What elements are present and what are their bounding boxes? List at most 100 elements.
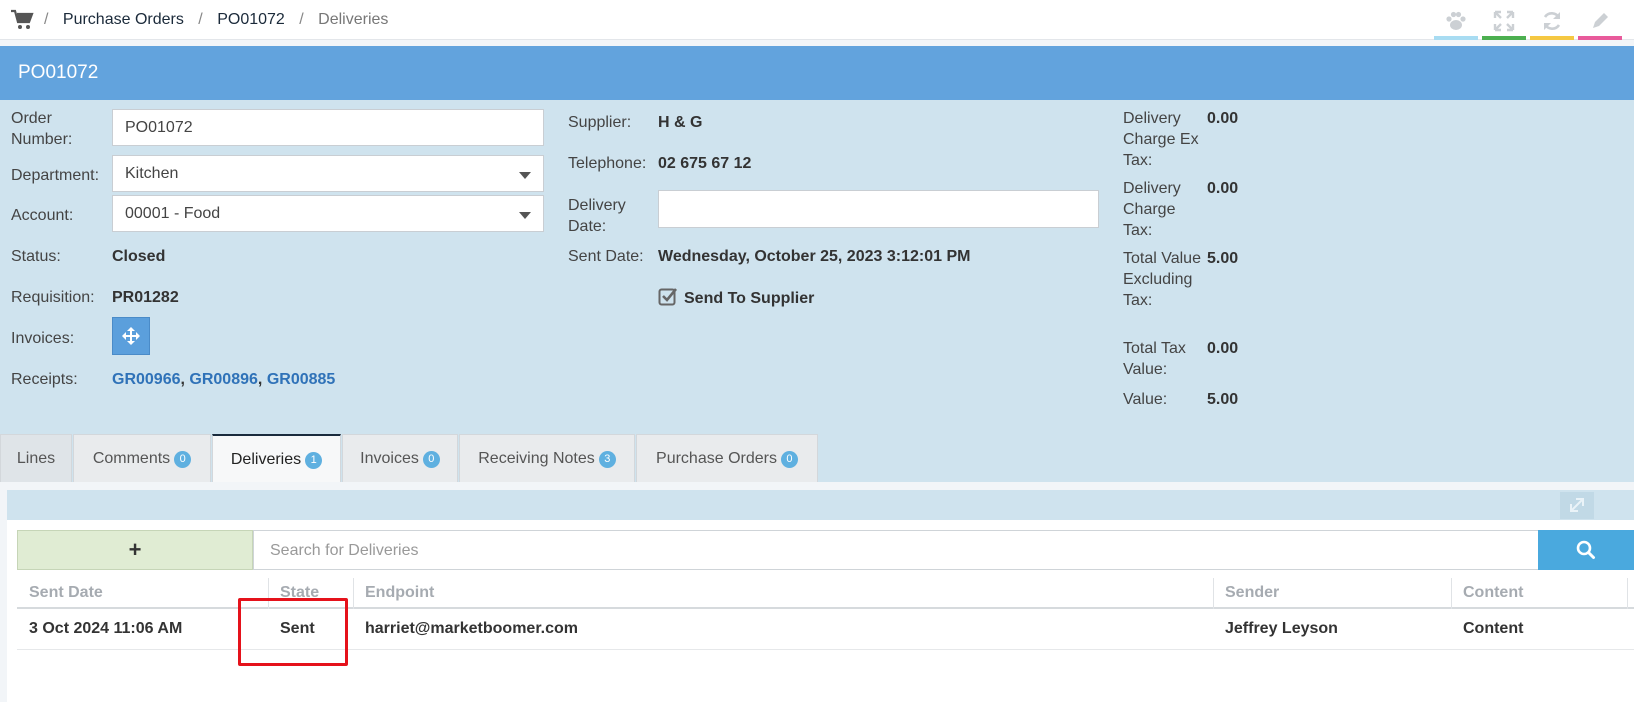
breadcrumb-separator: / [198,11,203,28]
tab-receiving-notes[interactable]: Receiving Notes 3 [459,434,635,482]
panel-toolbar [7,490,1634,520]
row-sender: Jeffrey Leyson [1225,620,1338,637]
delivery-date-field[interactable] [658,190,1099,228]
breadcrumb-current: Deliveries [318,11,389,28]
edit-tool-button[interactable] [1578,6,1622,40]
row-endpoint: harriet@marketboomer.com [365,620,579,637]
column-divider [1213,578,1214,609]
receipts-label: Receipts: [11,371,78,388]
department-select[interactable]: Kitchen [112,155,544,192]
receipt-link[interactable]: GR00885 [267,371,336,388]
edit-icon [1593,13,1608,28]
delivery-charge-ex-tax-label: Delivery Charge Ex Tax: [1123,110,1199,169]
tab-label: Receiving Notes [478,450,595,467]
count-badge: 3 [598,451,616,468]
receipt-link[interactable]: GR00966 [112,371,181,388]
sent-date-label: Sent Date: [568,248,644,265]
total-tax-value-value: 0.00 [1207,340,1239,357]
tool-color-bar [1578,36,1622,40]
tab-label: Invoices [360,450,419,467]
delivery-charge-tax-value: 0.00 [1207,180,1239,197]
column-content[interactable]: Content [1463,584,1523,602]
breadcrumb: / Purchase Orders / PO01072 / Deliveries [44,11,388,29]
delivery-charge-ex-tax-value: 0.00 [1207,110,1239,127]
deliveries-panel: + Search for Deliveries Sent Date State … [7,490,1634,702]
requisition-value: PR01282 [112,289,179,306]
telephone-label: Telephone: [568,155,647,172]
chevron-down-icon [519,212,531,219]
breadcrumb-separator: / [44,11,49,28]
count-badge: 0 [780,451,798,468]
tab-label: Lines [16,450,56,467]
shopping-cart-icon[interactable] [10,9,34,31]
tab-lines[interactable]: Lines [0,434,72,482]
page-header: PO01072 [0,46,1634,100]
count-badge: 1 [305,452,323,469]
tab-label: Comments [92,450,171,467]
supplier-label: Supplier: [568,114,632,131]
search-deliveries-input[interactable]: Search for Deliveries [253,530,1539,570]
tab-invoices[interactable]: Invoices 0 [342,434,458,482]
highlight-box [238,598,348,666]
count-badge: 0 [174,451,192,468]
breadcrumb-separator: / [299,11,304,28]
row-content-link[interactable]: Content [1463,620,1523,638]
account-value: 00001 - Food [125,205,221,222]
column-sent-date[interactable]: Sent Date [29,584,103,602]
value-value: 5.00 [1207,391,1239,408]
move-arrows-icon [122,327,140,345]
refresh-icon [1543,12,1561,30]
column-divider [1451,578,1452,609]
delivery-date-label: Delivery Date: [568,197,626,235]
count-badge: 0 [422,451,440,468]
column-divider [353,578,354,609]
refresh-tool-button[interactable] [1530,6,1574,40]
paw-icon [1446,11,1466,30]
expand-tool-button[interactable] [1482,6,1526,40]
tab-purchase-orders[interactable]: Purchase Orders 0 [636,434,818,482]
account-label: Account: [11,207,74,224]
status-value: Closed [112,248,166,265]
requisition-label: Requisition: [11,289,95,306]
account-select[interactable]: 00001 - Food [112,195,544,232]
tool-color-bar [1434,36,1478,40]
column-endpoint[interactable]: Endpoint [365,584,434,602]
add-delivery-button[interactable]: + [17,530,253,570]
top-bar: / Purchase Orders / PO01072 / Deliveries [0,0,1634,40]
column-sender[interactable]: Sender [1225,584,1279,602]
order-number-label: Order Number: [11,110,73,148]
paw-tool-button[interactable] [1434,6,1478,40]
maximize-arrows-icon [1570,498,1584,512]
search-icon [1576,540,1595,559]
telephone-value: 02 675 67 12 [658,155,752,172]
breadcrumb-po-number[interactable]: PO01072 [217,11,285,28]
order-number-field[interactable]: PO01072 [112,109,544,146]
department-label: Department: [11,167,100,184]
maximize-icon[interactable] [1560,492,1594,519]
tab-label: Purchase Orders [656,450,777,467]
send-to-supplier-label: Send To Supplier [684,290,815,307]
search-button[interactable] [1538,530,1634,570]
row-sent-date: 3 Oct 2024 11:06 AM [29,620,183,637]
receipt-separator: , [180,371,185,388]
invoices-label: Invoices: [11,330,75,347]
tool-color-bar [1530,36,1574,40]
tab-deliveries[interactable]: Deliveries 1 [212,434,341,482]
total-value-excluding-tax-label: Total Value Excluding Tax: [1123,250,1201,309]
tab-comments[interactable]: Comments 0 [73,434,211,482]
chevron-down-icon [519,172,531,179]
sent-date-value: Wednesday, October 25, 2023 3:12:01 PM [658,248,971,265]
receipts-links: GR00966, GR00896, GR00885 [112,369,335,390]
tool-color-bar [1482,36,1526,40]
purchase-order-details: Order Number: PO01072 Department: Kitche… [0,100,1634,482]
invoices-select-button[interactable] [112,317,150,355]
column-divider [1627,578,1628,609]
checkbox-checked-icon[interactable] [658,286,678,306]
status-label: Status: [11,248,61,265]
delivery-charge-tax-label: Delivery Charge Tax: [1123,180,1181,239]
breadcrumb-purchase-orders[interactable]: Purchase Orders [63,11,184,28]
receipt-link[interactable]: GR00896 [189,371,258,388]
department-value: Kitchen [125,165,179,182]
total-tax-value-label: Total Tax Value: [1123,340,1186,378]
tab-label: Deliveries [230,451,302,468]
